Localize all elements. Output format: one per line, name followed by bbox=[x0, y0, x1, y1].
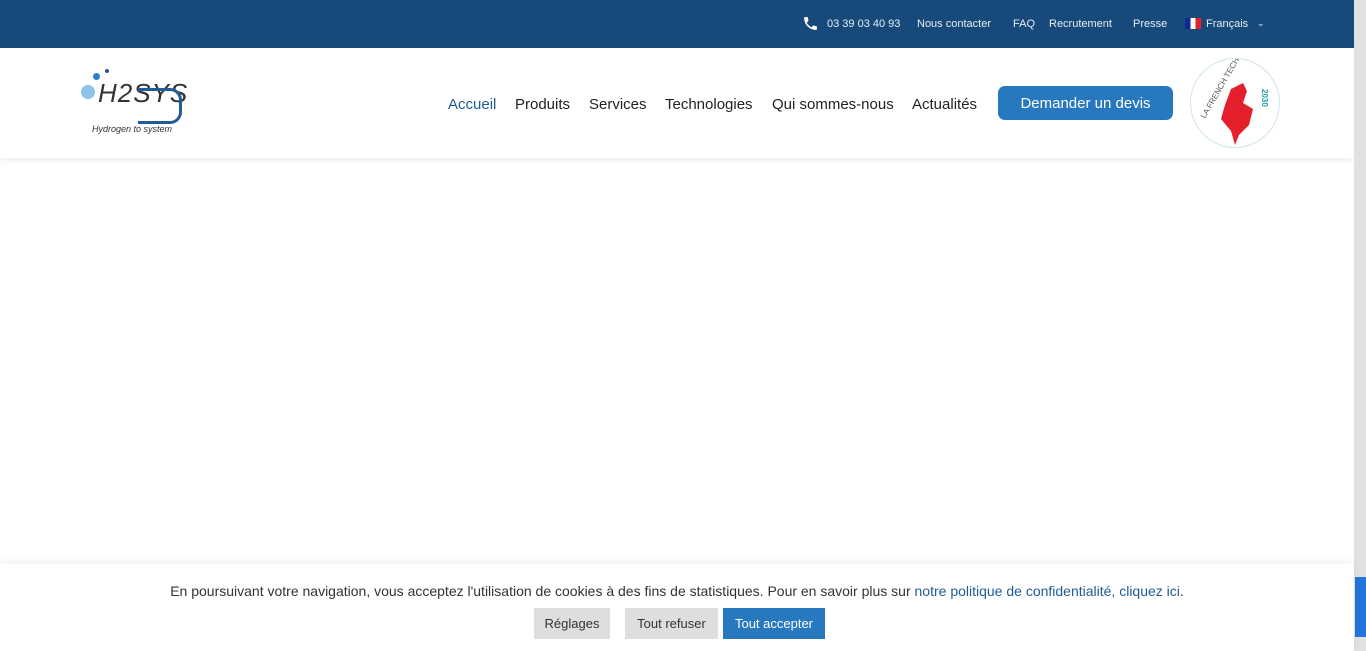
scrollbar[interactable] bbox=[1354, 0, 1366, 651]
faq-link[interactable]: FAQ bbox=[1013, 18, 1035, 30]
cookie-banner: En poursuivant votre navigation, vous ac… bbox=[0, 564, 1354, 651]
contact-link[interactable]: Nous contacter bbox=[917, 18, 991, 30]
cookie-reject-button[interactable]: Tout refuser bbox=[625, 608, 718, 639]
logo[interactable]: H2SYS Hydrogen to system bbox=[80, 68, 187, 138]
cookie-message: En poursuivant votre navigation, vous ac… bbox=[0, 583, 1354, 599]
cookie-text-end: . bbox=[1179, 583, 1184, 599]
badge-text: LA FRENCH TECH bbox=[1199, 59, 1241, 120]
nav-qui-sommes-nous[interactable]: Qui sommes-nous bbox=[772, 96, 894, 113]
cookie-text: En poursuivant votre navigation, vous ac… bbox=[170, 583, 915, 599]
language-selector[interactable]: Français bbox=[1206, 18, 1248, 30]
logo-tagline: Hydrogen to system bbox=[92, 124, 173, 134]
chat-widget[interactable] bbox=[1355, 577, 1366, 637]
top-bar: 03 39 03 40 93 Nous contacter FAQ Recrut… bbox=[0, 0, 1354, 48]
french-tech-badge[interactable]: LA FRENCH TECH 2030 bbox=[1190, 58, 1280, 148]
jobs-link[interactable]: Recrutement bbox=[1049, 18, 1112, 30]
nav-services[interactable]: Services bbox=[589, 96, 647, 113]
bubble-icon bbox=[105, 69, 109, 73]
nav-produits[interactable]: Produits bbox=[515, 96, 570, 113]
french-flag-icon bbox=[1185, 18, 1201, 29]
phone-icon bbox=[804, 17, 817, 30]
nav-accueil[interactable]: Accueil bbox=[448, 96, 496, 113]
nav-technologies[interactable]: Technologies bbox=[665, 96, 753, 113]
request-quote-button[interactable]: Demander un devis bbox=[998, 86, 1173, 120]
cookie-accept-button[interactable]: Tout accepter bbox=[723, 608, 825, 639]
press-link[interactable]: Presse bbox=[1133, 18, 1167, 30]
bubble-icon bbox=[81, 85, 95, 99]
nav-actualites[interactable]: Actualités bbox=[912, 96, 977, 113]
phone-link[interactable]: 03 39 03 40 93 bbox=[827, 18, 900, 30]
chevron-down-icon: ⌄ bbox=[1257, 18, 1265, 28]
privacy-policy-link[interactable]: notre politique de confidentialité, cliq… bbox=[915, 583, 1180, 599]
cookie-settings-button[interactable]: Réglages bbox=[534, 608, 610, 639]
badge-year: 2030 bbox=[1260, 89, 1269, 107]
